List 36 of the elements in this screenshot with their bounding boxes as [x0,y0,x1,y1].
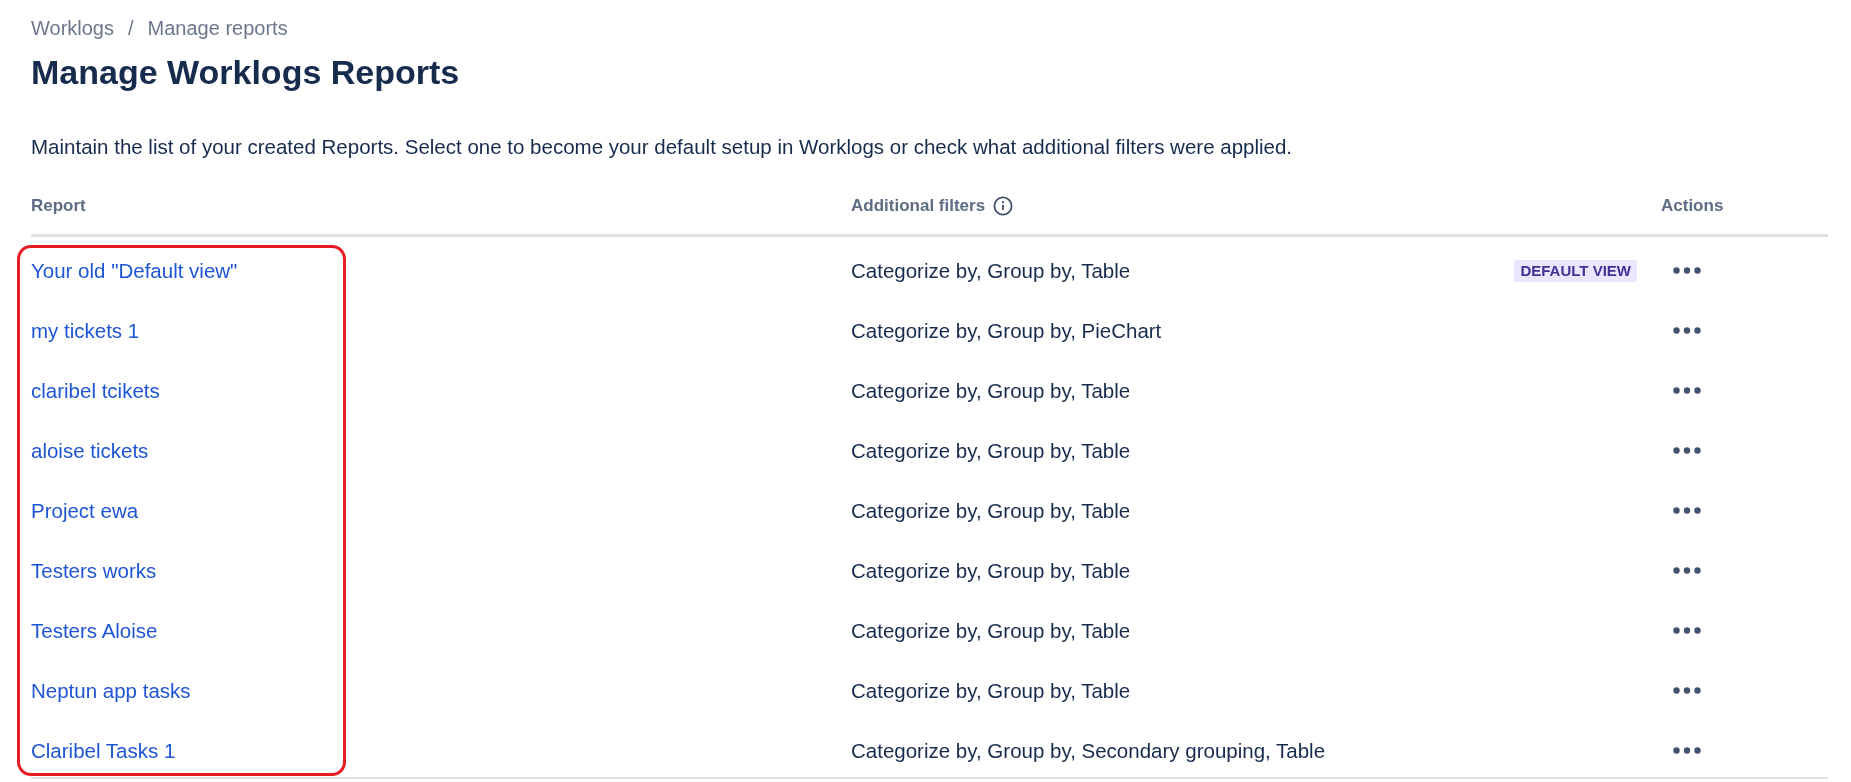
breadcrumb-link[interactable]: Manage reports [147,14,288,42]
report-link[interactable]: claribel tcikets [31,376,160,405]
ellipsis-icon [1673,327,1701,334]
ellipsis-icon [1673,627,1701,634]
breadcrumb-link[interactable]: Worklogs [31,14,114,42]
column-header: Report [31,195,86,217]
ellipsis-icon [1673,447,1701,454]
filters-text: Categorize by, Group by, Secondary grouping, Table [851,737,1326,764]
filters-text: Categorize by, Group by, Table [851,377,1131,404]
filters-text: Categorize by, Group by, Table [851,557,1131,584]
breadcrumb-separator: / [128,16,134,41]
filters-text: Categorize by, Group by, Table [851,257,1131,284]
ellipsis-icon [1673,747,1701,754]
filters-text: Categorize by, Group by, Table [851,437,1131,464]
filters-text: Categorize by, Group by, PieChart [851,317,1162,344]
ellipsis-icon [1673,507,1701,514]
report-link[interactable]: aloise tickets [31,436,149,465]
ellipsis-icon [1673,387,1701,394]
report-link[interactable]: Neptun app tasks [31,676,191,705]
ellipsis-icon [1673,567,1701,574]
column-header: Actions [1661,195,1724,217]
report-link[interactable]: Testers works [31,556,157,585]
ellipsis-icon [1673,267,1701,274]
default-view-badge: DEFAULT VIEW [1514,259,1637,282]
report-link[interactable]: Claribel Tasks 1 [31,736,176,765]
report-link[interactable]: Project ewa [31,496,139,525]
report-link[interactable]: Your old "Default view" [31,256,238,285]
filters-text: Categorize by, Group by, Table [851,677,1131,704]
report-link[interactable]: my tickets 1 [31,316,140,345]
ellipsis-icon [1673,687,1701,694]
column-header: Additional filters [851,195,986,217]
filters-text: Categorize by, Group by, Table [851,497,1131,524]
report-link[interactable]: Testers Aloise [31,616,158,645]
page-title: Manage Worklogs Reports [31,52,460,93]
page-description: Maintain the list of your created Reports. Select one to become your default setup in Worklogs or check what additional filters were applied. [31,134,1293,160]
filters-text: Categorize by, Group by, Table [851,617,1131,644]
